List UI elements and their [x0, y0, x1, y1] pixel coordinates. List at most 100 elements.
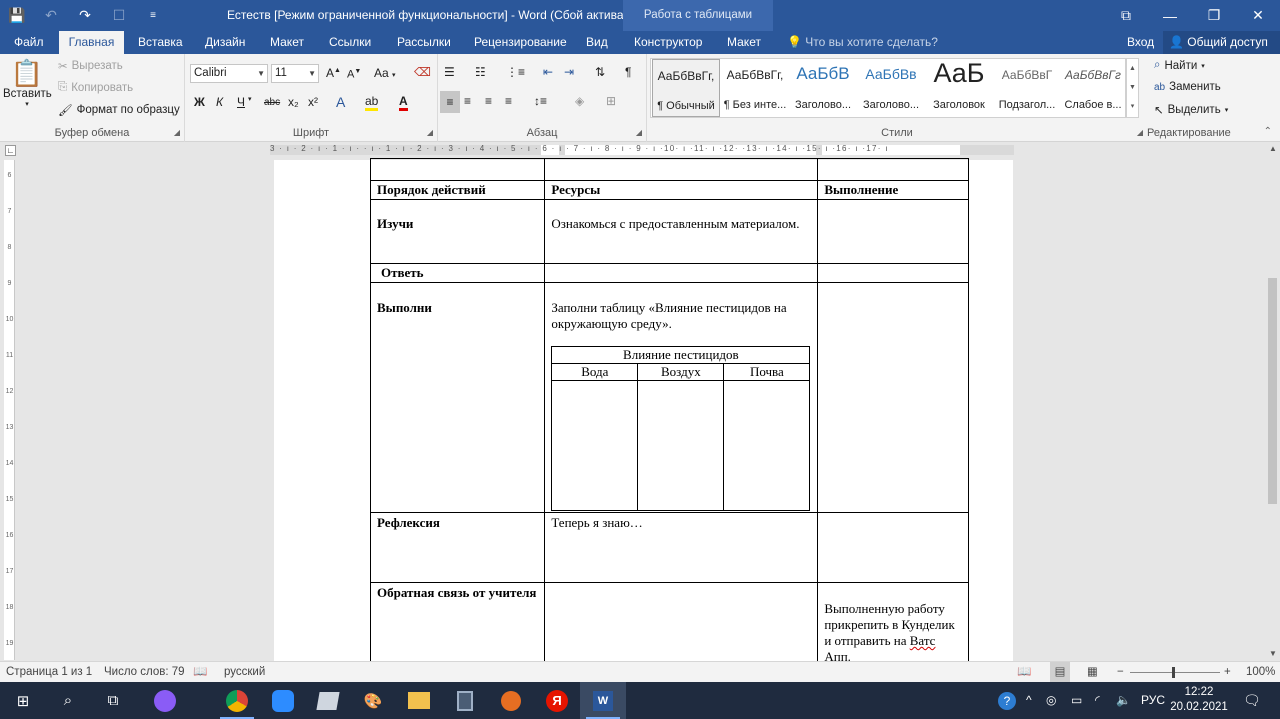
- volume-icon[interactable]: 🔈: [1116, 682, 1131, 719]
- tab-view[interactable]: Вид: [579, 31, 615, 54]
- paint-icon[interactable]: 🎨: [350, 682, 396, 719]
- inner-table-title[interactable]: Влияние пестицидов: [551, 346, 811, 364]
- share-button[interactable]: 👤 Общий доступ: [1163, 31, 1280, 54]
- grow-font-button[interactable]: A▲: [326, 66, 341, 80]
- table-cell[interactable]: [817, 199, 969, 264]
- select-button[interactable]: ↖ Выделить ▾: [1154, 103, 1228, 117]
- zoom-in-icon[interactable]: +: [1224, 662, 1231, 682]
- ribbon-display-icon[interactable]: ⧉: [1104, 0, 1148, 31]
- column-soil[interactable]: Почва: [723, 363, 811, 381]
- redo-icon[interactable]: ↷: [68, 0, 102, 31]
- battery-icon[interactable]: ▭: [1071, 682, 1082, 719]
- collapse-ribbon-icon[interactable]: ⌃: [1264, 126, 1272, 137]
- replace-button[interactable]: ab Заменить: [1154, 81, 1221, 93]
- style-heading-1[interactable]: АаБбВ Заголово...: [789, 59, 857, 117]
- increase-indent-icon[interactable]: ⇥: [564, 65, 574, 79]
- help-icon[interactable]: ?: [998, 682, 1016, 719]
- align-left-icon[interactable]: ≡: [440, 91, 460, 113]
- restore-icon[interactable]: ❐: [1192, 0, 1236, 31]
- table-cell[interactable]: [817, 263, 969, 283]
- yandex-browser-icon[interactable]: Я: [534, 682, 580, 719]
- table-cell[interactable]: [544, 158, 819, 181]
- wifi-icon[interactable]: ◜: [1095, 682, 1100, 719]
- zoom-app-icon[interactable]: [260, 682, 306, 719]
- copy-button[interactable]: ⎘ Копировать: [58, 81, 133, 94]
- header-cell[interactable]: Выполнение: [817, 180, 969, 200]
- cut-button[interactable]: ✂ Вырезать: [58, 59, 123, 73]
- table-cell[interactable]: Теперь я знаю…: [544, 512, 819, 583]
- table-cell[interactable]: [637, 380, 725, 511]
- file-explorer-icon[interactable]: [396, 682, 442, 719]
- styles-scroll[interactable]: ▲ ▼ ▾: [1126, 58, 1139, 118]
- search-icon[interactable]: ⌕: [45, 682, 91, 719]
- notifications-icon[interactable]: 🗨: [1243, 682, 1261, 719]
- task-view-icon[interactable]: ⧉: [90, 682, 136, 719]
- highlight-icon[interactable]: ab: [365, 94, 379, 111]
- touch-mode-icon[interactable]: ☐: [102, 0, 136, 31]
- style-title[interactable]: АаБ Заголовок: [925, 58, 993, 117]
- multilevel-list-icon[interactable]: ⋮≡: [506, 65, 525, 79]
- zoom-slider[interactable]: [1130, 672, 1220, 673]
- table-cell[interactable]: Ознакомься с предоставленным материалом.: [544, 199, 819, 264]
- sign-in-link[interactable]: Вход: [1127, 31, 1154, 54]
- table-cell[interactable]: [817, 158, 969, 181]
- horizontal-ruler[interactable]: 3 · ı · 2 · ı · 1 · ı · · ı · 1 · ı · 2 …: [270, 144, 1014, 155]
- dialog-launcher-icon[interactable]: ◢: [427, 128, 433, 137]
- zoom-level[interactable]: 100%: [1246, 662, 1275, 682]
- notes-icon[interactable]: [305, 682, 351, 719]
- clock[interactable]: 12:22 20.02.2021: [1166, 685, 1232, 715]
- tab-insert[interactable]: Вставка: [131, 31, 190, 54]
- shrink-font-button[interactable]: A▼: [347, 68, 361, 81]
- align-right-icon[interactable]: ≡: [485, 94, 492, 108]
- paste-button[interactable]: 📋 Вставить ▾: [3, 58, 52, 108]
- table-cell[interactable]: [723, 380, 811, 511]
- table-cell[interactable]: Изучи: [369, 199, 546, 264]
- calculator-icon[interactable]: [442, 682, 488, 719]
- bold-button[interactable]: Ж: [194, 95, 205, 109]
- table-cell[interactable]: [817, 512, 969, 583]
- justify-icon[interactable]: ≡: [505, 94, 512, 108]
- more-icon[interactable]: ▾: [1127, 97, 1138, 116]
- chevron-down-icon[interactable]: ▼: [1127, 78, 1138, 97]
- header-cell[interactable]: Порядок действий: [369, 180, 546, 200]
- word-count[interactable]: Число слов: 79: [104, 662, 185, 682]
- strikethrough-button[interactable]: abc: [264, 97, 280, 108]
- vertical-scrollbar[interactable]: ▲ ▼: [1266, 142, 1280, 660]
- underline-button[interactable]: Ч: [237, 95, 245, 109]
- table-cell[interactable]: [551, 380, 639, 511]
- close-icon[interactable]: ✕: [1236, 0, 1280, 31]
- clear-formatting-icon[interactable]: ⌫: [414, 65, 431, 79]
- page-count[interactable]: Страница 1 из 1: [6, 662, 92, 682]
- font-family-select[interactable]: Calibri ▼: [190, 64, 268, 83]
- style-normal[interactable]: АаБбВвГг, ¶ Обычный: [652, 59, 720, 117]
- tab-references[interactable]: Ссылки: [322, 31, 378, 54]
- tab-selector[interactable]: ∟: [5, 145, 16, 156]
- dialog-launcher-icon[interactable]: ◢: [174, 128, 180, 137]
- bullets-icon[interactable]: ☰: [444, 65, 455, 79]
- header-cell[interactable]: Ресурсы: [544, 180, 819, 200]
- windows-start-icon[interactable]: ⊞: [0, 682, 46, 719]
- alice-icon[interactable]: [142, 682, 188, 719]
- tab-mailings[interactable]: Рассылки: [390, 31, 458, 54]
- save-icon[interactable]: 💾: [0, 0, 34, 31]
- language-indicator[interactable]: русский: [224, 662, 265, 682]
- column-air[interactable]: Воздух: [637, 363, 725, 381]
- table-cell[interactable]: Заполни таблицу «Влияние пестицидов на о…: [544, 282, 819, 513]
- shading-icon[interactable]: ◈: [575, 94, 584, 108]
- chrome-icon[interactable]: [214, 682, 260, 719]
- media-player-icon[interactable]: [488, 682, 534, 719]
- minimize-icon[interactable]: —: [1148, 0, 1192, 31]
- zoom-out-icon[interactable]: −: [1117, 662, 1124, 682]
- table-cell[interactable]: Ответь: [369, 263, 546, 283]
- tab-table-design[interactable]: Конструктор: [627, 31, 709, 54]
- italic-button[interactable]: К: [216, 95, 223, 109]
- decrease-indent-icon[interactable]: ⇤: [543, 65, 553, 79]
- align-center-icon[interactable]: ≡: [464, 94, 471, 108]
- text-effects-icon[interactable]: A: [336, 94, 345, 110]
- customize-qat-icon[interactable]: ≡: [136, 0, 170, 31]
- scroll-up-icon[interactable]: ▲: [1266, 144, 1280, 153]
- tab-layout[interactable]: Макет: [263, 31, 311, 54]
- webcam-icon[interactable]: ◎: [1046, 682, 1056, 719]
- font-color-icon[interactable]: A: [399, 94, 408, 111]
- document-page[interactable]: Порядок действий Ресурсы Выполнение Изуч…: [274, 158, 1013, 683]
